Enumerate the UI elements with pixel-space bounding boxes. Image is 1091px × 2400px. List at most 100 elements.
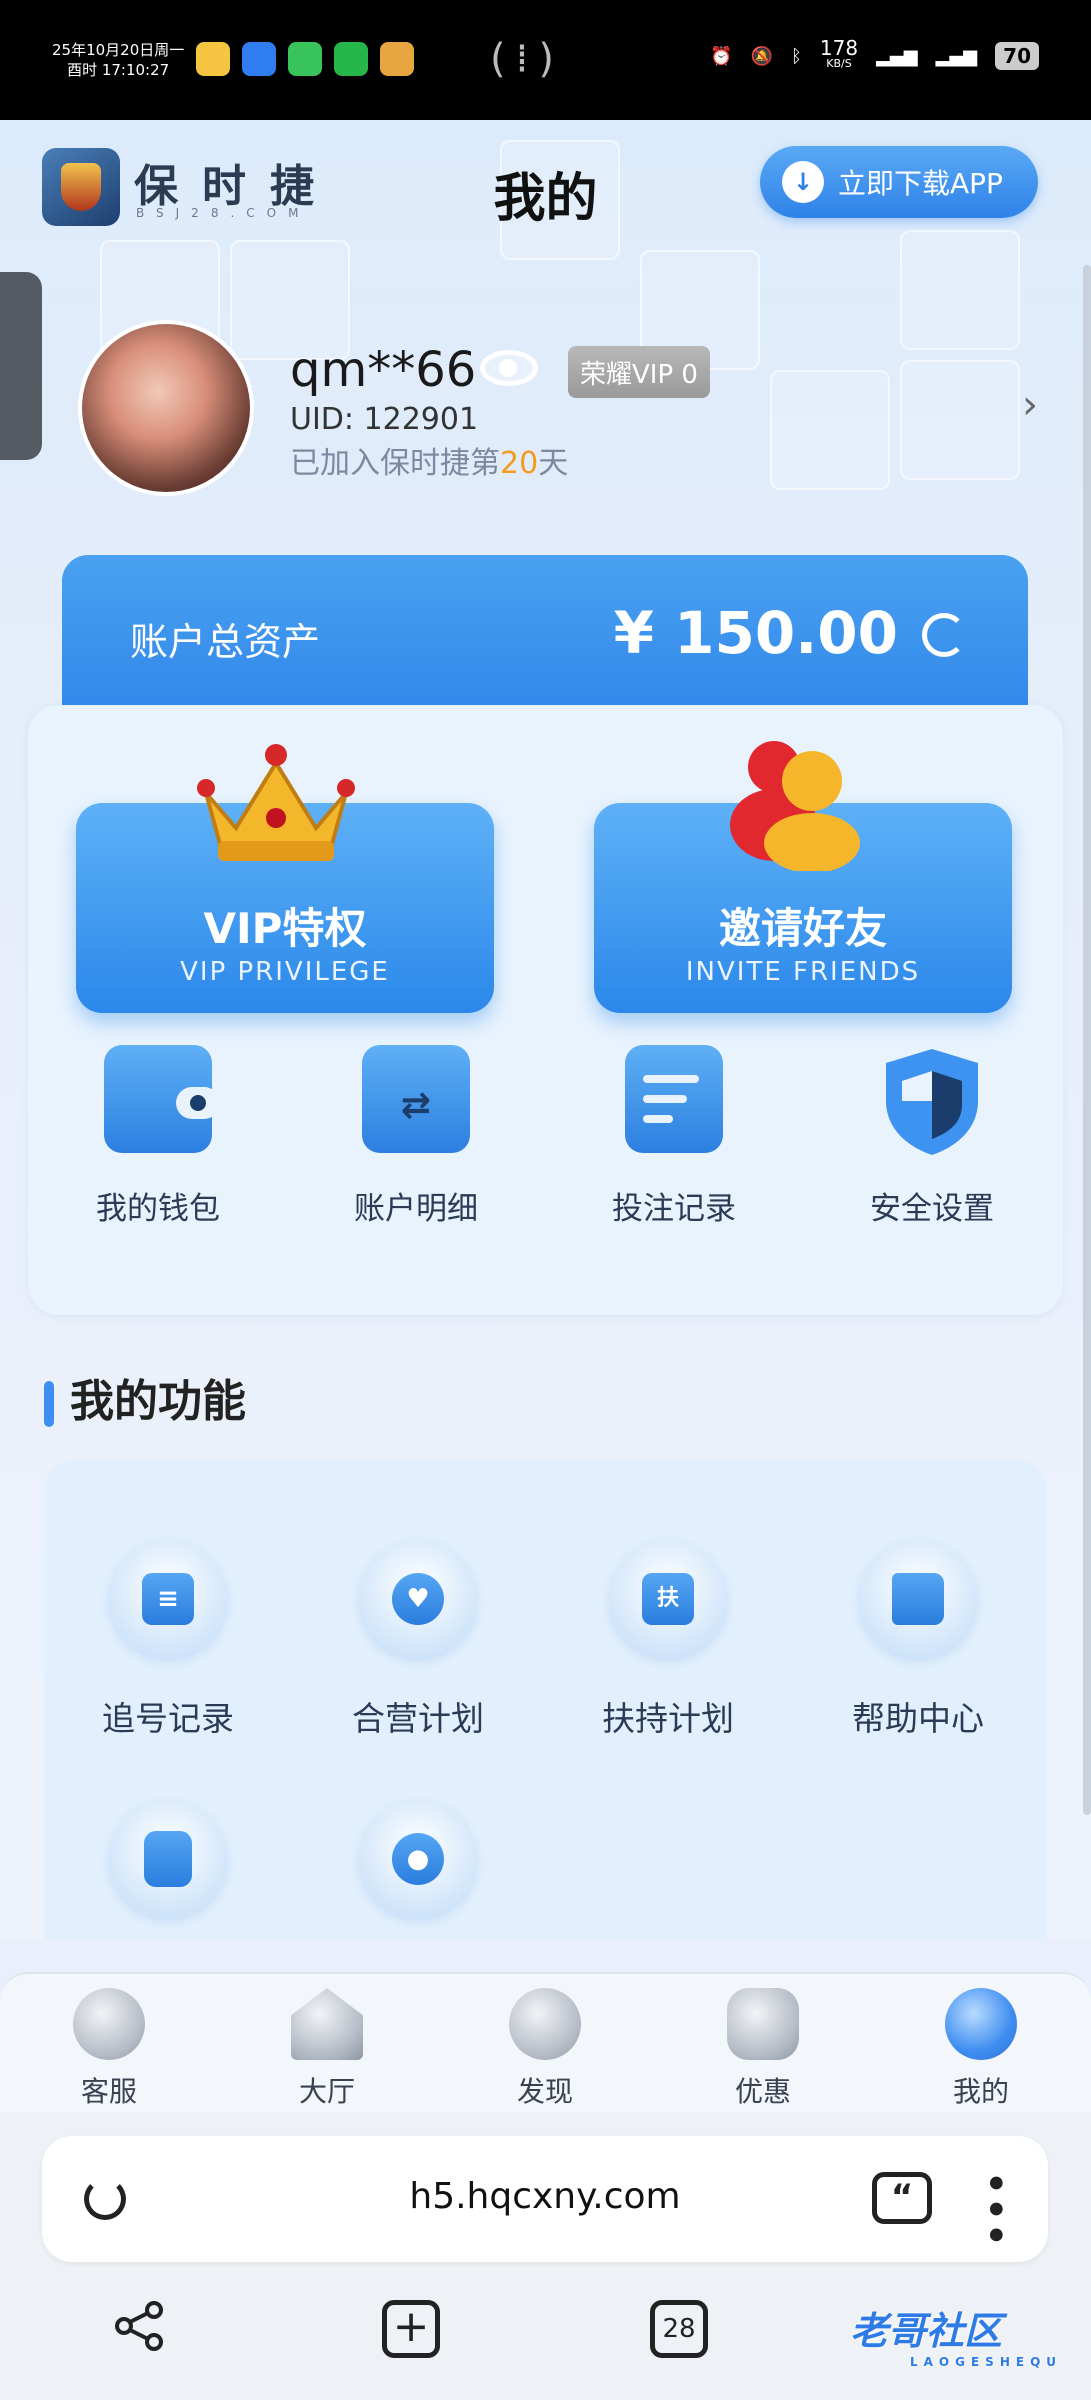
share-icon[interactable]	[114, 2300, 166, 2352]
tab-discover[interactable]: 发现	[480, 1988, 610, 2110]
message-icon	[288, 42, 322, 76]
security-settings-label: 安全设置	[870, 1191, 994, 1227]
vip-privilege-card[interactable]: VIP特权 VIP PRIVILEGE	[76, 744, 494, 1013]
tablet-icon	[109, 1800, 227, 1918]
chevron-right-icon[interactable]: ›	[1022, 382, 1038, 428]
book-icon	[859, 1540, 977, 1658]
app-notification-icon	[380, 42, 414, 76]
bottom-tab-bar: 客服 大厅 发现 优惠 我的	[0, 1972, 1091, 2112]
decorative-tile	[900, 360, 1020, 480]
support-glyph: 扶	[642, 1573, 694, 1625]
people-icon	[730, 741, 860, 871]
watermark-subtext: LAOGESHEQU	[910, 2355, 1063, 2369]
my-functions-title: 我的功能	[70, 1376, 246, 1427]
help-center-item[interactable]: 帮助中心	[818, 1540, 1018, 1740]
app-notification-icon	[196, 42, 230, 76]
document-icon	[625, 1045, 723, 1153]
invite-friends-title: 邀请好友	[718, 904, 887, 953]
crown-icon	[197, 744, 355, 861]
alarm-icon: ⏰	[710, 45, 733, 67]
eye-icon[interactable]	[480, 350, 538, 386]
wallet-icon	[104, 1045, 220, 1153]
profile-page: 保时捷 BSJ28.COM 我的 ↓ 立即下载APP qm**66 荣耀VIP …	[0, 120, 1091, 1940]
vip-privilege-subtitle: VIP PRIVILEGE	[180, 957, 390, 987]
status-indicators: ⏰ 🔕 ᛒ 178 KB/S ▂▄▆ ▂▄▆ 70	[710, 36, 1039, 72]
security-icon	[334, 42, 368, 76]
watermark-text: 老哥社区	[850, 2309, 1003, 2353]
floating-side-tab[interactable]	[0, 272, 42, 460]
scrollbar[interactable]	[1083, 265, 1091, 1815]
dynamic-island: (⁞)	[490, 36, 564, 82]
tab-label: 客服	[80, 2075, 137, 2108]
gear-icon: ●	[359, 1800, 477, 1918]
tab-promotions[interactable]: 优惠	[698, 1988, 828, 2110]
network-speed: 178 KB/S	[819, 36, 859, 72]
watermark-logo: 老哥社区 LAOGESHEQU	[850, 2300, 1080, 2374]
invite-friends-card[interactable]: 邀请好友 INVITE FRIENDS	[594, 741, 1012, 1013]
tab-lobby[interactable]: 大厅	[262, 1988, 392, 2110]
account-panel: VIP特权 VIP PRIVILEGE 邀请好友 INVITE FRIENDS …	[28, 705, 1063, 1315]
network-speed-value: 178	[819, 36, 859, 60]
tab-label: 大厅	[298, 2075, 355, 2108]
bet-records-label: 投注记录	[612, 1191, 736, 1227]
signal-icon: ▂▄▆	[876, 45, 918, 67]
joined-prefix: 已加入保时捷第	[290, 446, 500, 481]
account-details-label: 账户明细	[354, 1191, 478, 1227]
note-icon: ≡	[109, 1540, 227, 1658]
section-title: 我的功能	[44, 1365, 246, 1429]
bluetooth-icon: ᛒ	[791, 45, 802, 67]
user-id: UID: 122901	[290, 402, 479, 437]
invite-friends-subtitle: INVITE FRIENDS	[685, 957, 921, 987]
joined-days-count: 20	[500, 446, 539, 481]
support-plan-item[interactable]: 扶 扶持计划	[568, 1540, 768, 1740]
mute-icon: 🔕	[750, 45, 774, 67]
vip-level-badge: 荣耀VIP 0	[568, 346, 710, 398]
promo-icon	[727, 1988, 799, 2060]
functions-panel: ≡ 追号记录 ♥ 合营计划 扶 扶持计划 帮助中心 ●	[44, 1460, 1047, 1940]
tab-count-button[interactable]: 28	[650, 2300, 708, 2358]
bet-records-action[interactable]: 投注记录	[564, 1045, 784, 1228]
download-app-button[interactable]: ↓ 立即下载APP	[760, 146, 1038, 218]
total-assets-label: 账户总资产	[130, 620, 321, 664]
account-details-action[interactable]: ⇄ 账户明细	[306, 1045, 526, 1228]
joined-suffix: 天	[538, 446, 569, 481]
handshake-icon: ♥	[359, 1540, 477, 1658]
home-icon	[291, 1988, 363, 2060]
chase-records-label: 追号记录	[102, 1699, 234, 1738]
username: qm**66	[290, 342, 477, 398]
more-menu-icon[interactable]: •••	[969, 2170, 1020, 2248]
partnership-plan-item[interactable]: ♥ 合营计划	[318, 1540, 518, 1740]
joined-days-text: 已加入保时捷第20天	[290, 438, 568, 482]
refresh-icon[interactable]	[922, 613, 966, 657]
notification-icons	[196, 42, 414, 76]
chase-records-item[interactable]: ≡ 追号记录	[68, 1540, 268, 1740]
tab-label: 发现	[516, 2075, 573, 2108]
decorative-tile	[770, 370, 890, 490]
tab-label: 我的	[952, 2075, 1009, 2108]
profile-icon	[945, 1988, 1017, 2060]
total-assets-card: 账户总资产 ¥ 150.00	[62, 555, 1028, 725]
quote-icon[interactable]: “	[872, 2172, 932, 2224]
total-assets-amount: ¥ 150.00	[613, 599, 898, 667]
partnership-plan-label: 合营计划	[352, 1699, 484, 1738]
avatar[interactable]	[78, 320, 254, 496]
function-item[interactable]	[68, 1800, 268, 1918]
address-bar[interactable]: h5.hqcxny.com “ •••	[42, 2136, 1048, 2262]
status-date: 25年10月20日周一	[52, 41, 185, 59]
my-wallet-label: 我的钱包	[96, 1191, 220, 1227]
support-icon: 扶	[609, 1540, 727, 1658]
section-title-marker	[44, 1381, 54, 1427]
tab-profile[interactable]: 我的	[916, 1988, 1046, 2110]
download-app-label: 立即下载APP	[838, 167, 1003, 200]
new-tab-button[interactable]: +	[382, 2300, 440, 2358]
support-plan-label: 扶持计划	[602, 1699, 734, 1738]
help-center-label: 帮助中心	[852, 1699, 984, 1738]
function-item[interactable]: ●	[318, 1800, 518, 1918]
app-notification-icon	[242, 42, 276, 76]
vip-privilege-title: VIP特权	[203, 904, 367, 953]
tab-customer-service[interactable]: 客服	[44, 1988, 174, 2110]
status-bar: 25年10月20日周一 酉时 17:10:27 (⁞) ⏰ 🔕 ᛒ 178 KB…	[0, 0, 1091, 120]
my-wallet-action[interactable]: 我的钱包	[48, 1045, 268, 1228]
decorative-tile	[900, 230, 1020, 350]
security-settings-action[interactable]: 安全设置	[822, 1045, 1042, 1228]
